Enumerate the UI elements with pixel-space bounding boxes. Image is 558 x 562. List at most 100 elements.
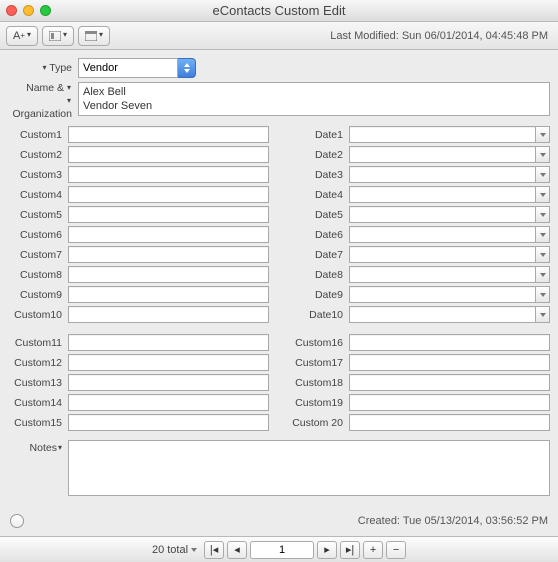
custom-grid-2: Custom11Custom12Custom13Custom14Custom15… [8, 334, 550, 434]
field-label: Custom1 [8, 129, 68, 141]
minimize-icon[interactable] [23, 5, 34, 16]
type-label: Type [49, 62, 72, 74]
field-row: Custom18 [289, 374, 550, 391]
field-input[interactable] [68, 126, 269, 143]
field-input[interactable] [349, 286, 536, 303]
field-row: Date6 [289, 226, 550, 243]
field-row: Custom3 [8, 166, 269, 183]
window-icon [85, 31, 97, 41]
field-label: Date9 [289, 289, 349, 301]
field-label: Custom 20 [289, 417, 349, 429]
field-input[interactable] [349, 126, 536, 143]
field-label: Date8 [289, 269, 349, 281]
dropdown-icon[interactable] [536, 166, 550, 183]
field-input[interactable] [68, 306, 269, 323]
field-input[interactable] [68, 286, 269, 303]
field-input[interactable] [68, 146, 269, 163]
font-size-button[interactable]: A+▾ [6, 26, 38, 46]
type-input[interactable] [78, 58, 178, 78]
field-input[interactable] [68, 166, 269, 183]
field-input[interactable] [68, 246, 269, 263]
dropdown-icon[interactable] [536, 266, 550, 283]
footer: Created: Tue 05/13/2014, 03:56:52 PM [0, 514, 558, 534]
field-input[interactable] [68, 266, 269, 283]
traffic-lights [6, 5, 51, 16]
field-row: Custom17 [289, 354, 550, 371]
field-input[interactable] [349, 146, 536, 163]
add-record-button[interactable]: + [363, 541, 383, 559]
dropdown-icon[interactable] [536, 186, 550, 203]
close-icon[interactable] [6, 5, 17, 16]
field-label: Date3 [289, 169, 349, 181]
field-input[interactable] [349, 394, 550, 411]
field-row: Date5 [289, 206, 550, 223]
content-area: ▾ Type Name & ▾ ▾ Organization Alex Bell… [0, 50, 558, 496]
last-record-button[interactable]: ▸| [340, 541, 360, 559]
field-row: Date10 [289, 306, 550, 323]
window-title: eContacts Custom Edit [0, 3, 558, 18]
field-label: Custom12 [8, 357, 68, 369]
field-input[interactable] [349, 334, 550, 351]
field-label: Custom10 [8, 309, 68, 321]
total-records[interactable]: 20 total [152, 544, 197, 556]
field-input[interactable] [68, 354, 269, 371]
dropdown-icon[interactable] [536, 306, 550, 323]
notes-field[interactable] [68, 440, 550, 496]
notes-row: Notes▾ [8, 440, 550, 496]
field-input[interactable] [68, 206, 269, 223]
prev-record-button[interactable]: ◂ [227, 541, 247, 559]
field-input[interactable] [349, 354, 550, 371]
field-input[interactable] [349, 186, 536, 203]
field-input[interactable] [349, 414, 550, 431]
field-input[interactable] [349, 206, 536, 223]
type-select[interactable] [78, 58, 196, 78]
first-record-button[interactable]: |◂ [204, 541, 224, 559]
name-label: Name & [26, 82, 64, 94]
record-number-field[interactable] [250, 541, 314, 559]
field-input[interactable] [349, 166, 536, 183]
field-row: Custom 20 [289, 414, 550, 431]
field-input[interactable] [349, 306, 536, 323]
dropdown-icon[interactable] [536, 286, 550, 303]
dropdown-icon[interactable] [536, 126, 550, 143]
dropdown-icon[interactable] [536, 226, 550, 243]
field-row: Date2 [289, 146, 550, 163]
type-row: ▾ Type [8, 58, 550, 78]
field-label: Custom19 [289, 397, 349, 409]
field-input[interactable] [68, 334, 269, 351]
field-row: Custom11 [8, 334, 269, 351]
toolbar: A+▾ ▾ ▾ Last Modified: Sun 06/01/2014, 0… [0, 22, 558, 50]
field-input[interactable] [68, 186, 269, 203]
name-org-field[interactable]: Alex Bell Vendor Seven [78, 82, 550, 116]
field-row: Custom9 [8, 286, 269, 303]
field-input[interactable] [68, 374, 269, 391]
next-record-button[interactable]: ▸ [317, 541, 337, 559]
field-label: Date7 [289, 249, 349, 261]
status-indicator-icon[interactable] [10, 514, 24, 528]
layout-icon [49, 31, 61, 41]
window-mode-button[interactable]: ▾ [78, 26, 110, 46]
field-input[interactable] [349, 246, 536, 263]
dropdown-icon[interactable] [536, 206, 550, 223]
delete-record-button[interactable]: − [386, 541, 406, 559]
field-label: Custom7 [8, 249, 68, 261]
field-row: Custom8 [8, 266, 269, 283]
field-label: Custom2 [8, 149, 68, 161]
field-input[interactable] [349, 266, 536, 283]
field-label: Date2 [289, 149, 349, 161]
dropdown-icon[interactable] [536, 246, 550, 263]
dropdown-icon[interactable] [536, 146, 550, 163]
field-label: Custom13 [8, 377, 68, 389]
org-value: Vendor Seven [83, 99, 545, 113]
layout-button[interactable]: ▾ [42, 26, 74, 46]
field-input[interactable] [349, 226, 536, 243]
field-label: Custom14 [8, 397, 68, 409]
field-input[interactable] [68, 226, 269, 243]
type-stepper-icon[interactable] [178, 58, 196, 78]
field-input[interactable] [68, 394, 269, 411]
field-label: Custom11 [8, 337, 68, 349]
field-input[interactable] [349, 374, 550, 391]
field-input[interactable] [68, 414, 269, 431]
zoom-icon[interactable] [40, 5, 51, 16]
field-row: Custom12 [8, 354, 269, 371]
